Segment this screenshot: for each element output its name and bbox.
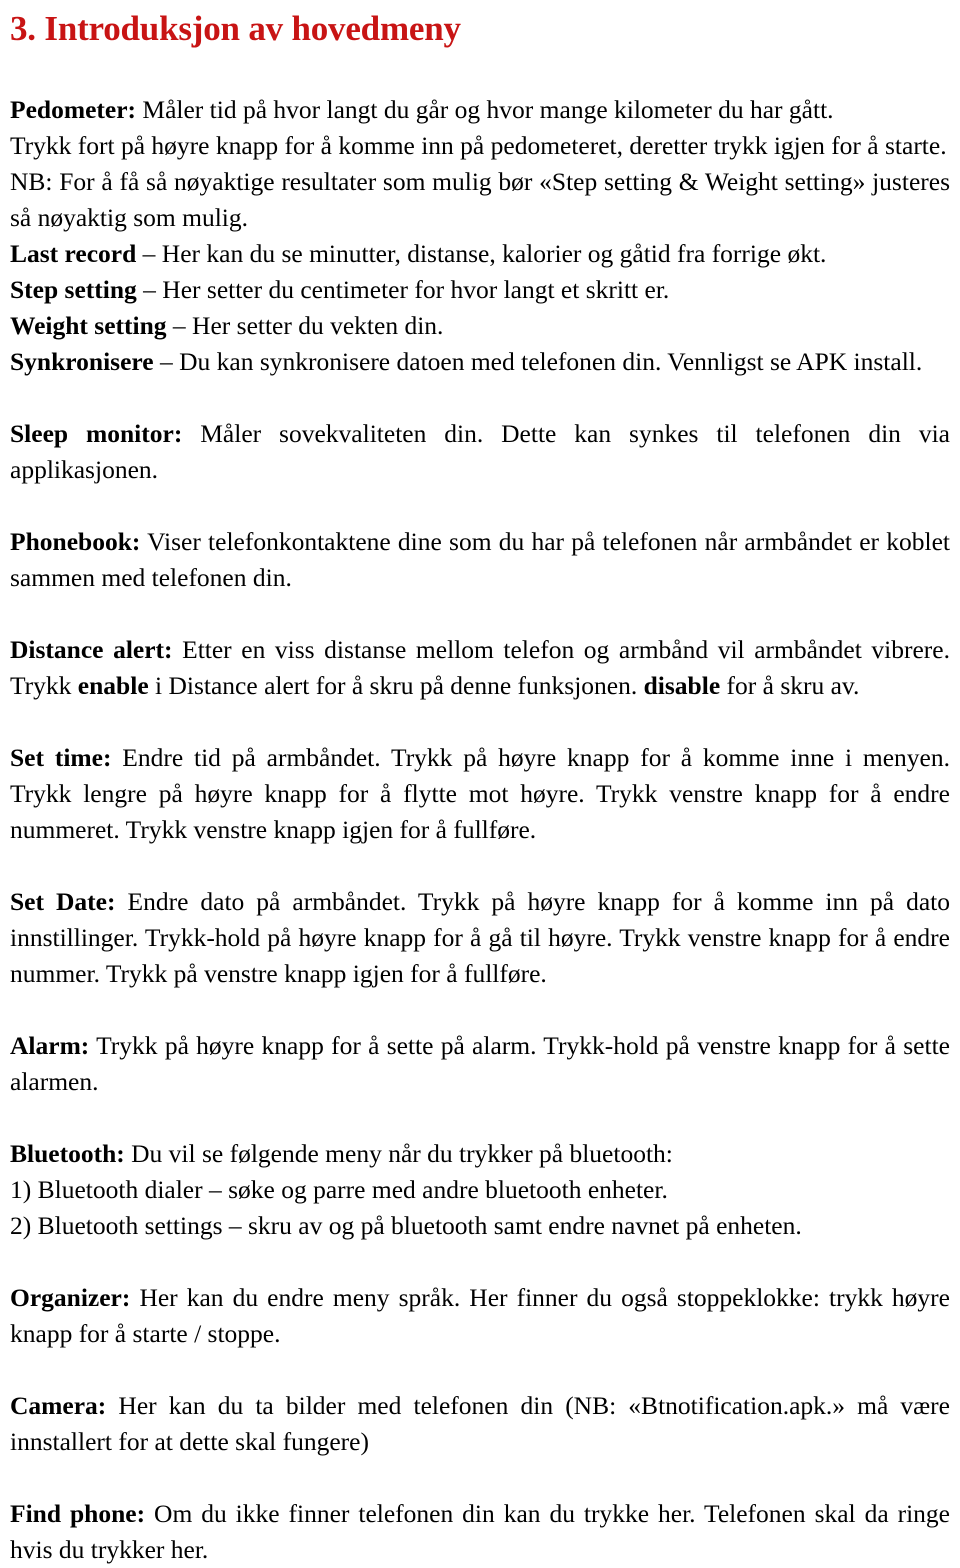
pedometer-line1-text: Måler tid på hvor langt du går og hvor m…	[136, 95, 834, 124]
paragraph-step-setting: Step setting – Her setter du centimeter …	[10, 272, 950, 308]
document-page: 3. Introduksjon av hovedmeny Pedometer: …	[0, 8, 960, 1564]
organizer-label: Organizer:	[10, 1283, 131, 1312]
camera-text: Her kan du ta bilder med telefonen din (…	[10, 1391, 950, 1456]
phonebook-label: Phonebook:	[10, 527, 141, 556]
paragraph-distance-alert: Distance alert: Etter en viss distanse m…	[10, 632, 950, 704]
paragraph-pedometer-intro: Pedometer: Måler tid på hvor langt du gå…	[10, 92, 950, 128]
distance-alert-enable-keyword: enable	[77, 671, 149, 700]
paragraph-set-time: Set time: Endre tid på armbåndet. Trykk …	[10, 740, 950, 848]
paragraph-sleep-monitor: Sleep monitor: Måler sovekvaliteten din.…	[10, 416, 950, 488]
paragraph-weight-setting: Weight setting – Her setter du vekten di…	[10, 308, 950, 344]
last-record-text: – Her kan du se minutter, distanse, kalo…	[136, 239, 827, 268]
camera-label: Camera:	[10, 1391, 107, 1420]
set-time-text: Endre tid på armbåndet. Trykk på høyre k…	[10, 743, 950, 844]
alarm-text: Trykk på høyre knapp for å sette på alar…	[10, 1031, 950, 1096]
sleep-monitor-label: Sleep monitor:	[10, 419, 183, 448]
set-date-text: Endre dato på armbåndet. Trykk på høyre …	[10, 887, 950, 988]
pedometer-nb-text: NB: For å få så nøyaktige resultater som…	[10, 167, 950, 232]
phonebook-text: Viser telefonkontaktene dine som du har …	[10, 527, 950, 592]
weight-setting-text: – Her setter du vekten din.	[166, 311, 444, 340]
pedometer-line2-text: Trykk fort på høyre knapp for å komme in…	[10, 131, 947, 160]
synkronisere-label: Synkronisere	[10, 347, 154, 376]
synkronisere-text: – Du kan synkronisere datoen med telefon…	[153, 347, 923, 376]
paragraph-bluetooth-intro: Bluetooth: Du vil se følgende meny når d…	[10, 1136, 950, 1172]
paragraph-set-date: Set Date: Endre dato på armbåndet. Trykk…	[10, 884, 950, 992]
paragraph-find-phone: Find phone: Om du ikke finner telefonen …	[10, 1496, 950, 1568]
last-record-label: Last record	[10, 239, 137, 268]
find-phone-text: Om du ikke finner telefonen din kan du t…	[10, 1499, 950, 1564]
title-spacer	[10, 50, 950, 92]
paragraph-pedometer-nb: NB: For å få så nøyaktige resultater som…	[10, 164, 950, 236]
step-setting-label: Step setting	[10, 275, 137, 304]
pedometer-label: Pedometer:	[10, 95, 137, 124]
step-setting-text: – Her setter du centimeter for hvor lang…	[136, 275, 670, 304]
paragraph-organizer: Organizer: Her kan du endre meny språk. …	[10, 1280, 950, 1352]
paragraph-synkronisere: Synkronisere – Du kan synkronisere datoe…	[10, 344, 950, 380]
distance-alert-label: Distance alert:	[10, 635, 173, 664]
paragraph-pedometer-line2: Trykk fort på høyre knapp for å komme in…	[10, 128, 950, 164]
weight-setting-label: Weight setting	[10, 311, 167, 340]
distance-alert-mid-text: i Distance alert for å skru på denne fun…	[148, 671, 644, 700]
list-item-bluetooth-dialer: 1) Bluetooth dialer – søke og parre med …	[10, 1175, 668, 1204]
distance-alert-disable-keyword: disable	[643, 671, 721, 700]
list-item-bluetooth-settings: 2) Bluetooth settings – skru av og på bl…	[10, 1211, 802, 1240]
paragraph-phonebook: Phonebook: Viser telefonkontaktene dine …	[10, 524, 950, 596]
bluetooth-text: Du vil se følgende meny når du trykker p…	[124, 1139, 673, 1168]
set-time-label: Set time:	[10, 743, 112, 772]
set-date-label: Set Date:	[10, 887, 116, 916]
distance-alert-tail-text: for å skru av.	[720, 671, 860, 700]
page-title: 3. Introduksjon av hovedmeny	[10, 9, 461, 48]
find-phone-label: Find phone:	[10, 1499, 146, 1528]
paragraph-alarm: Alarm: Trykk på høyre knapp for å sette …	[10, 1028, 950, 1100]
alarm-label: Alarm:	[10, 1031, 90, 1060]
bluetooth-label: Bluetooth:	[10, 1139, 125, 1168]
organizer-text: Her kan du endre meny språk. Her finner …	[10, 1283, 950, 1348]
paragraph-camera: Camera: Her kan du ta bilder med telefon…	[10, 1388, 950, 1460]
paragraph-last-record: Last record – Her kan du se minutter, di…	[10, 236, 950, 272]
